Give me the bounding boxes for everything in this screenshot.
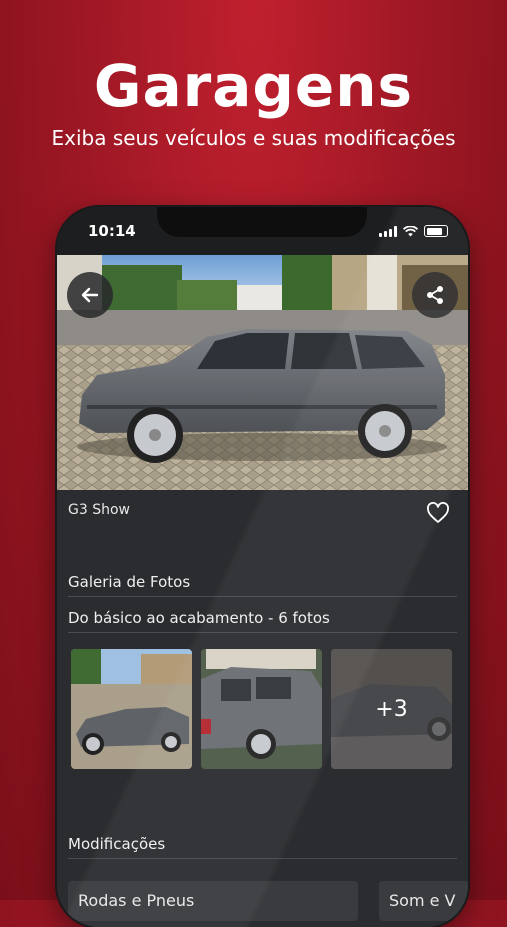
- cellular-signal-icon: [379, 225, 397, 237]
- divider: [68, 858, 457, 859]
- gallery-photo-thumbnail[interactable]: [71, 649, 192, 769]
- vehicle-hero-photo[interactable]: [57, 255, 468, 490]
- share-button[interactable]: [412, 272, 458, 318]
- modifications-section-title: Modificações: [68, 835, 166, 853]
- divider: [68, 632, 457, 633]
- album-title[interactable]: Do básico ao acabamento - 6 fotos: [68, 609, 330, 627]
- gallery-section-title: Galeria de Fotos: [68, 573, 191, 591]
- gallery-photo-thumbnail[interactable]: [201, 649, 322, 769]
- phone-frame: 10:14 G3 Show Galeria de Fotos Do básico…: [57, 207, 468, 927]
- divider: [68, 596, 457, 597]
- vehicle-info-card: G3 Show: [57, 490, 468, 553]
- battery-icon: [424, 225, 448, 237]
- car-photo: [57, 255, 468, 490]
- photo-thumbnail-image: [201, 649, 322, 769]
- wifi-icon: [403, 225, 418, 236]
- share-icon: [427, 286, 443, 304]
- photo-thumbnail-image: [71, 649, 192, 769]
- heart-outline-icon: [427, 502, 449, 523]
- favorite-button[interactable]: [426, 502, 450, 528]
- phone-notch: [157, 207, 367, 237]
- vehicle-name: G3 Show: [68, 502, 130, 518]
- gallery-thumbnails: +3: [71, 649, 468, 771]
- status-icons: [379, 225, 448, 237]
- more-photos-count: +3: [331, 649, 452, 769]
- modification-category-chip[interactable]: Som e V: [379, 881, 468, 921]
- promo-title: Garagens: [93, 52, 414, 120]
- back-button[interactable]: [67, 272, 113, 318]
- promo-subtitle: Exiba seus veículos e suas modificações: [51, 126, 456, 150]
- status-bar: 10:14: [57, 207, 468, 255]
- gallery-more-photos[interactable]: +3: [331, 649, 452, 769]
- modification-category-chip[interactable]: Rodas e Pneus: [68, 881, 358, 921]
- arrow-left-icon: [81, 287, 99, 303]
- status-time: 10:14: [88, 222, 136, 240]
